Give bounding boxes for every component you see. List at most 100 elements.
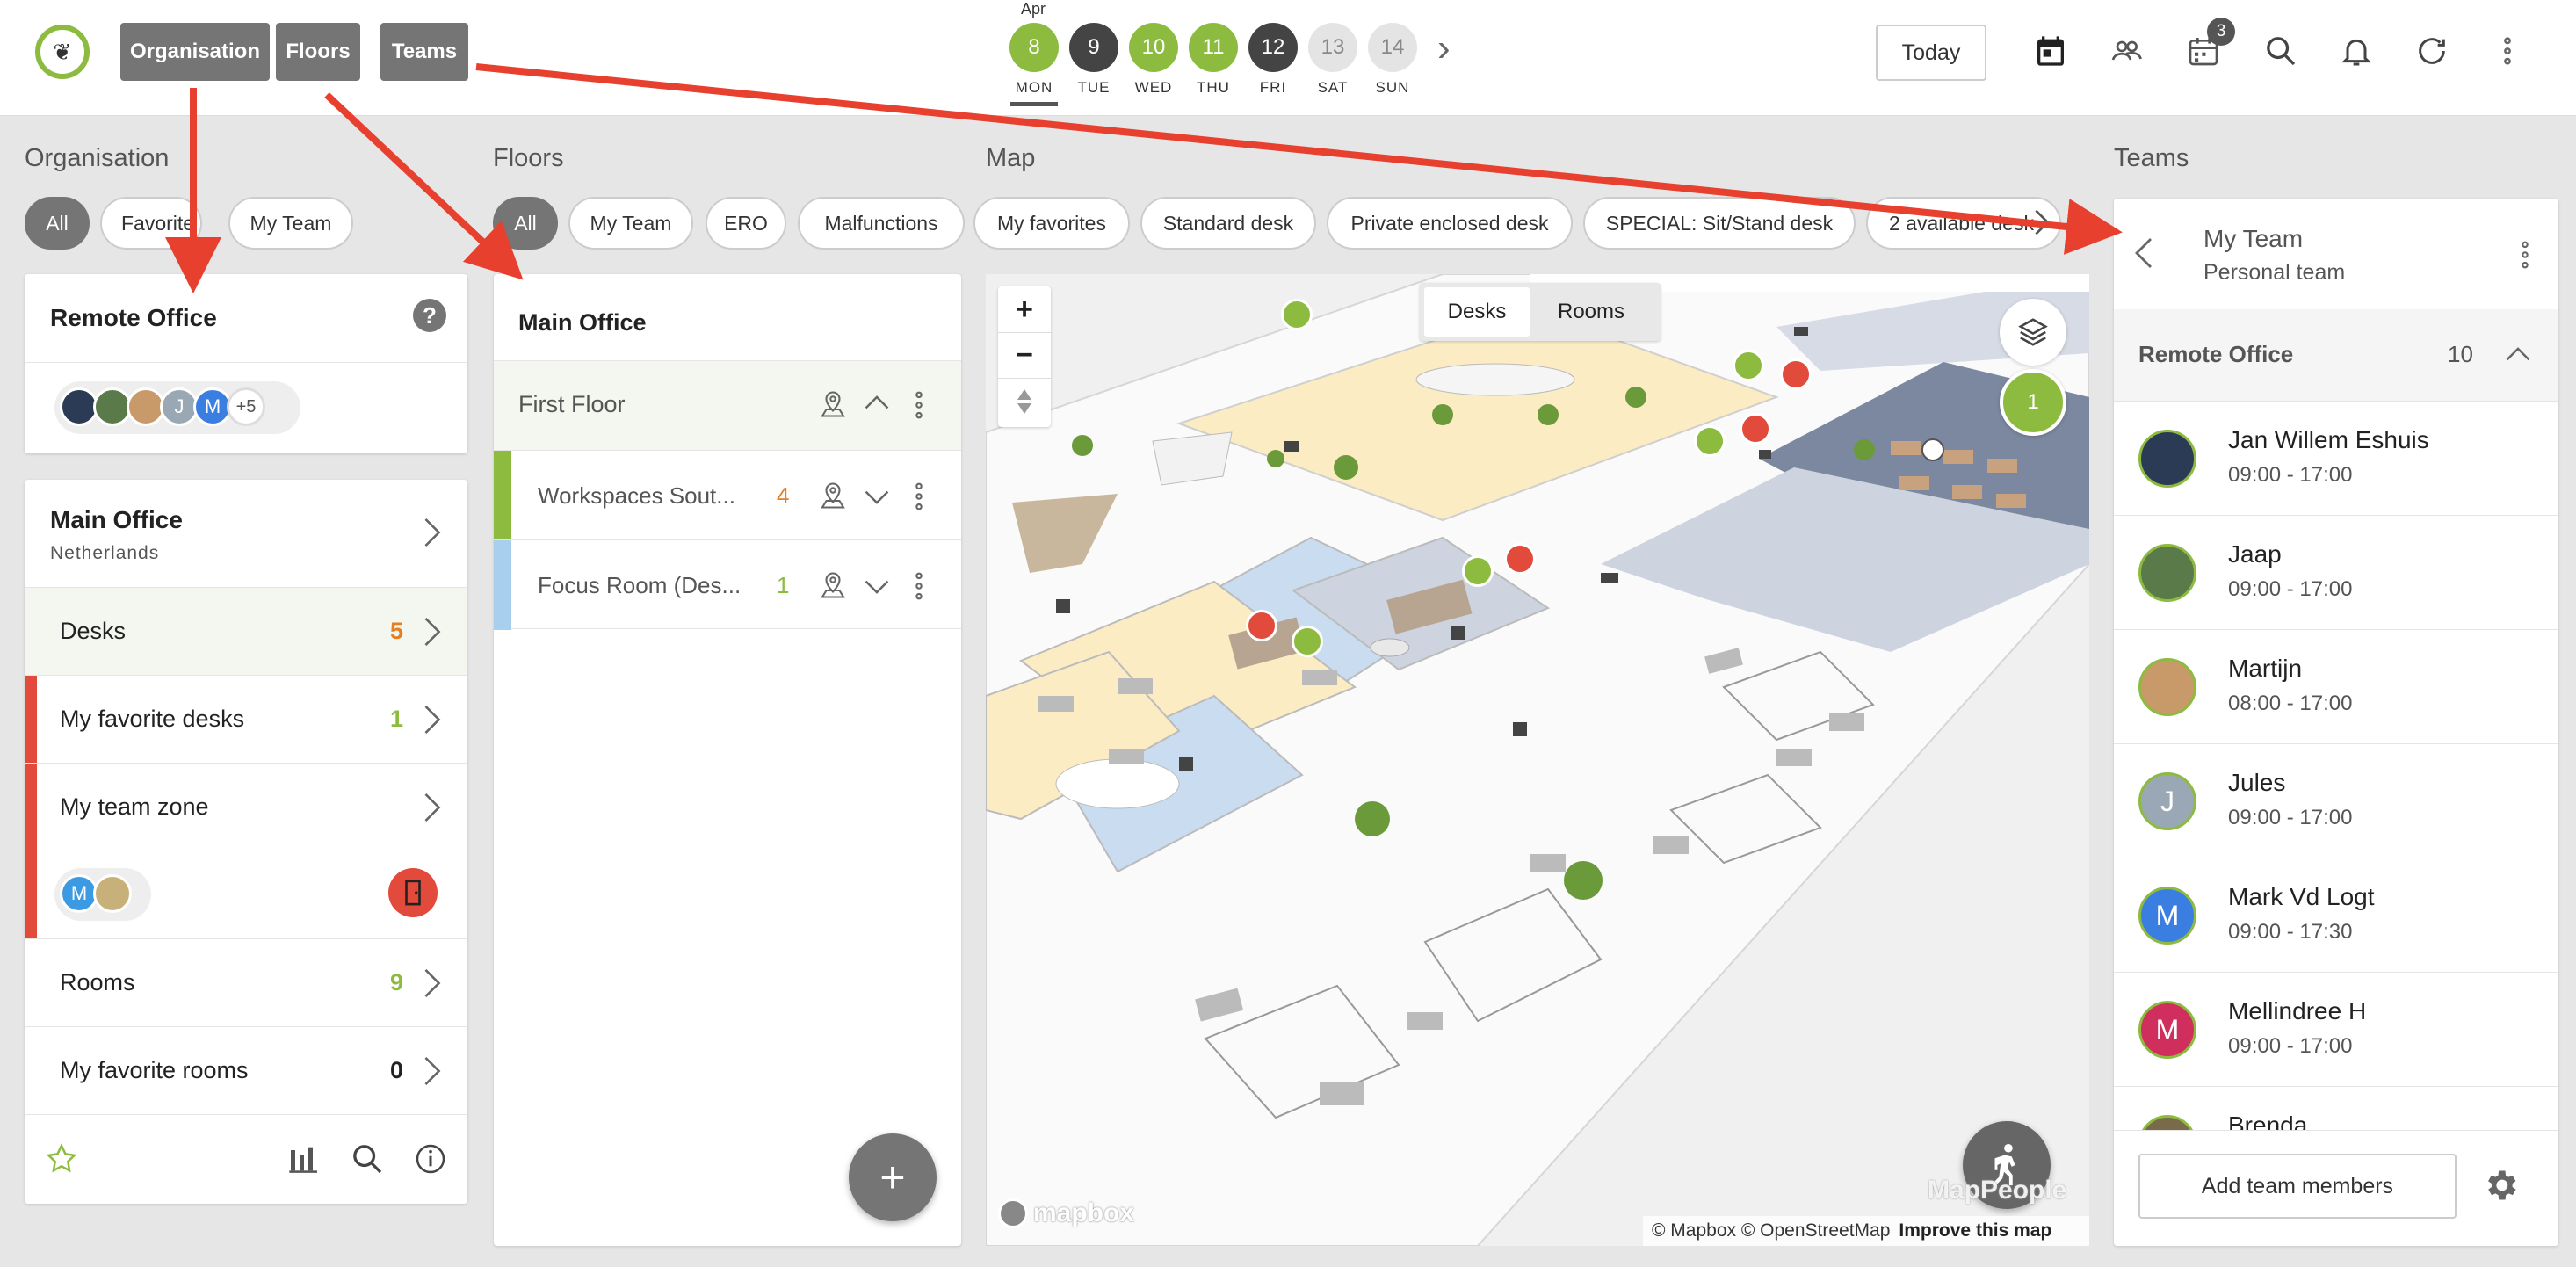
nav-floors-button[interactable]: Floors bbox=[276, 23, 360, 81]
chevron-up-icon[interactable] bbox=[2504, 341, 2532, 373]
member-name: Jules bbox=[2228, 769, 2286, 796]
floor-map[interactable]: + − Desks Rooms 1 MapPeople mapbox © Map… bbox=[986, 274, 2089, 1246]
day-wed[interactable]: 10 WED bbox=[1127, 0, 1180, 97]
nav-organisation-button[interactable]: Organisation bbox=[120, 23, 270, 81]
desks-count: 5 bbox=[390, 618, 404, 644]
team-member-row[interactable]: J Jules 09:00 - 17:00 bbox=[2114, 743, 2558, 858]
member-name: Mark Vd Logt bbox=[2228, 883, 2375, 910]
chips-scroll-right-icon[interactable] bbox=[2033, 209, 2059, 235]
desks-row[interactable]: Desks 5 bbox=[25, 587, 467, 675]
member-name: Martijn bbox=[2228, 655, 2303, 682]
location-pin-icon[interactable] bbox=[817, 479, 849, 517]
people-icon[interactable] bbox=[2107, 32, 2145, 70]
floor-chip-standard-desk[interactable]: Standard desk bbox=[1140, 197, 1316, 250]
nav-teams-button[interactable]: Teams bbox=[380, 23, 468, 81]
help-icon[interactable]: ? bbox=[413, 299, 446, 332]
layers-icon[interactable] bbox=[2000, 299, 2066, 366]
team-member-row[interactable]: M Mellindree H 09:00 - 17:00 bbox=[2114, 972, 2558, 1086]
search-icon[interactable] bbox=[2261, 32, 2300, 70]
more-vertical-icon[interactable] bbox=[912, 387, 926, 427]
zoom-in-button[interactable]: + bbox=[998, 286, 1051, 332]
team-member-row[interactable]: M Mark Vd Logt 09:00 - 17:30 bbox=[2114, 858, 2558, 972]
settings-gear-icon[interactable] bbox=[2481, 1166, 2520, 1209]
team-member-row[interactable]: Jan Willem Eshuis 09:00 - 17:00 bbox=[2114, 401, 2558, 515]
favorite-star-icon[interactable] bbox=[44, 1141, 79, 1181]
day-sat[interactable]: 13 SAT bbox=[1306, 0, 1359, 97]
add-floor-fab[interactable]: + bbox=[849, 1133, 937, 1221]
team-group-header[interactable]: Remote Office 10 bbox=[2114, 309, 2558, 401]
floor-chip-ero[interactable]: ERO bbox=[706, 197, 786, 250]
floor-chip-private-enclosed-desk[interactable]: Private enclosed desk bbox=[1327, 197, 1573, 250]
day-fri[interactable]: 12 FRI bbox=[1247, 0, 1299, 97]
chevron-up-icon[interactable] bbox=[863, 389, 891, 422]
today-button[interactable]: Today bbox=[1876, 25, 1986, 81]
floor-chip-sit-stand-desk[interactable]: SPECIAL: Sit/Stand desk bbox=[1583, 197, 1856, 250]
zone-row-workspaces[interactable]: Workspaces Sout... 4 bbox=[494, 450, 961, 540]
notifications-bell-icon[interactable] bbox=[2337, 32, 2376, 70]
next-week-chevron-icon[interactable]: › bbox=[1437, 26, 1451, 70]
refresh-icon[interactable] bbox=[2413, 32, 2451, 70]
location-pin-icon[interactable] bbox=[817, 387, 849, 425]
avatar: M bbox=[2138, 887, 2196, 945]
team-member-row[interactable]: Martijn 08:00 - 17:00 bbox=[2114, 629, 2558, 743]
org-chip-favorite[interactable]: Favorite bbox=[100, 197, 202, 250]
org-chip-my-team[interactable]: My Team bbox=[228, 197, 353, 250]
desk-available-marker[interactable] bbox=[1462, 555, 1494, 587]
desk-occupied-marker[interactable] bbox=[1246, 610, 1277, 641]
desk-occupied-marker[interactable] bbox=[1504, 543, 1536, 575]
zone-row-focus-room[interactable]: Focus Room (Des... 1 bbox=[494, 539, 961, 630]
back-chevron-icon[interactable] bbox=[2135, 237, 2153, 273]
statistics-icon[interactable] bbox=[286, 1141, 322, 1181]
door-status-icon[interactable] bbox=[388, 868, 438, 917]
day-tue[interactable]: 9 TUE bbox=[1067, 0, 1120, 97]
calendar-bookings-icon[interactable]: 3 bbox=[2184, 18, 2235, 70]
desk-available-marker[interactable] bbox=[1694, 425, 1726, 457]
team-zone-avatar-group[interactable]: M bbox=[54, 868, 151, 921]
desk-occupied-marker[interactable] bbox=[1740, 413, 1771, 445]
desk-occupied-marker[interactable] bbox=[1780, 358, 1812, 390]
zoom-out-button[interactable]: − bbox=[998, 332, 1051, 378]
search-icon[interactable] bbox=[350, 1141, 385, 1181]
info-icon[interactable] bbox=[413, 1141, 448, 1181]
floor-chip-my-team[interactable]: My Team bbox=[568, 197, 693, 250]
main-office-header[interactable]: Main Office Netherlands bbox=[25, 480, 467, 587]
member-hours: 08:00 - 17:00 bbox=[2228, 691, 2353, 715]
more-vertical-icon[interactable] bbox=[912, 568, 926, 608]
improve-map-link[interactable]: Improve this map bbox=[1899, 1220, 2051, 1242]
more-vertical-icon[interactable] bbox=[2488, 32, 2527, 70]
remote-office-card[interactable]: Remote Office ? J M +5 bbox=[25, 274, 467, 453]
location-pin-icon[interactable] bbox=[817, 568, 849, 606]
floor-level-badge[interactable]: 1 bbox=[2000, 369, 2066, 436]
favorite-rooms-row[interactable]: My favorite rooms 0 bbox=[25, 1026, 467, 1114]
floor-chip-available-desk[interactable]: 2 available desk bbox=[1866, 197, 2061, 250]
desk-available-marker[interactable] bbox=[1281, 299, 1313, 330]
desks-toggle-button[interactable]: Desks bbox=[1424, 287, 1530, 337]
calendar-today-icon[interactable] bbox=[2031, 32, 2070, 70]
team-zone-row[interactable]: My team zone bbox=[25, 763, 467, 851]
more-vertical-icon[interactable] bbox=[2518, 237, 2532, 277]
add-team-members-button[interactable]: Add team members bbox=[2138, 1154, 2457, 1219]
chevron-down-icon[interactable] bbox=[863, 482, 891, 515]
floor-chip-all[interactable]: All bbox=[493, 197, 558, 250]
rooms-toggle-button[interactable]: Rooms bbox=[1530, 287, 1653, 337]
chevron-down-icon[interactable] bbox=[863, 572, 891, 605]
desk-available-marker[interactable] bbox=[1292, 626, 1323, 657]
day-thu[interactable]: 11 THU bbox=[1187, 0, 1240, 97]
team-member-row[interactable]: Jaap 09:00 - 17:00 bbox=[2114, 515, 2558, 629]
remote-office-avatar-group[interactable]: J M +5 bbox=[54, 381, 300, 434]
member-hours: 09:00 - 17:30 bbox=[2228, 920, 2353, 944]
floor-chip-malfunctions[interactable]: Malfunctions bbox=[798, 197, 965, 250]
favorite-desks-row[interactable]: My favorite desks 1 bbox=[25, 675, 467, 763]
desk-available-marker[interactable] bbox=[1733, 350, 1764, 381]
compass-icon[interactable] bbox=[998, 378, 1051, 424]
day-mon[interactable]: 8 MON bbox=[1008, 0, 1060, 106]
day-sun[interactable]: 14 SUN bbox=[1366, 0, 1419, 97]
org-chip-all[interactable]: All bbox=[25, 197, 90, 250]
rooms-row[interactable]: Rooms 9 bbox=[25, 938, 467, 1026]
more-vertical-icon[interactable] bbox=[912, 479, 926, 518]
app-logo[interactable]: ❦ bbox=[35, 25, 90, 79]
floor-chip-my-favorites[interactable]: My favorites bbox=[973, 197, 1130, 250]
map-watermark: MapPeople bbox=[1928, 1176, 2067, 1205]
first-floor-row[interactable]: First Floor bbox=[494, 360, 961, 450]
team-name: My Team bbox=[2203, 225, 2304, 252]
